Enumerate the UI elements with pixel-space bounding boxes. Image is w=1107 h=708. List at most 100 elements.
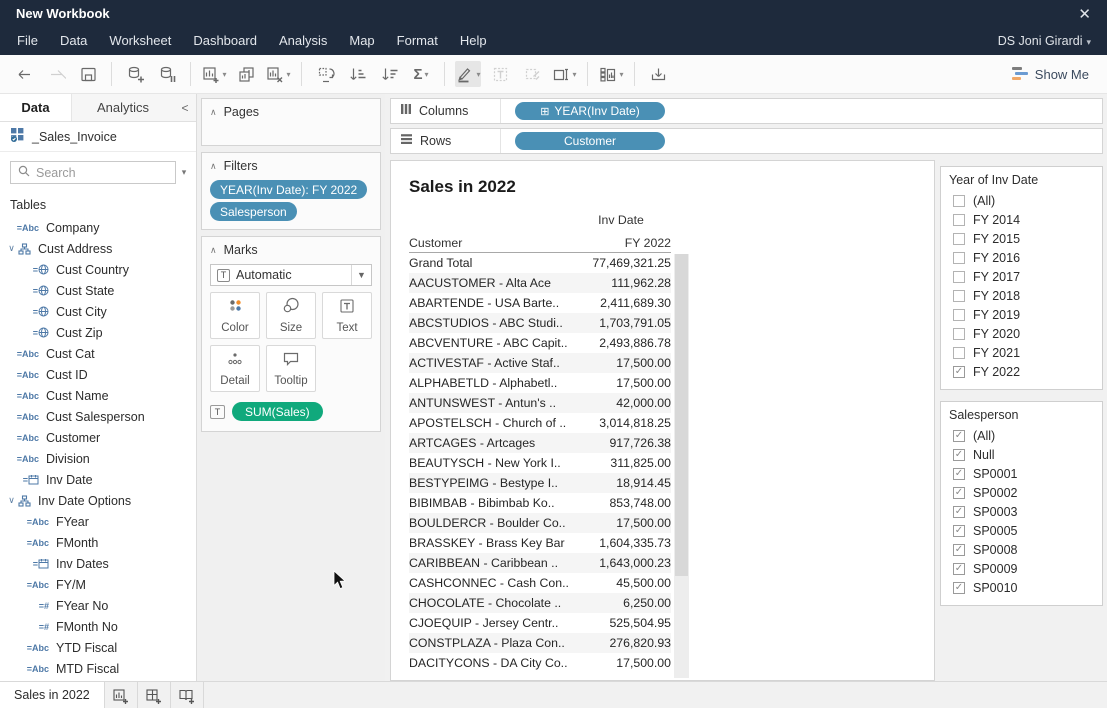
filter-checkbox-item[interactable]: ✓(All) [949,426,1094,445]
text-button[interactable]: Text [322,292,372,339]
filter-checkbox-item[interactable]: FY 2016 [949,248,1094,267]
totals-icon[interactable]: Σ▾ [408,61,434,87]
customer-cell[interactable]: ABARTENDE - USA Barte.. [409,296,571,310]
sales-value-cell[interactable]: 853,748.00 [571,496,671,510]
row-field-header[interactable]: Customer [409,236,571,250]
sales-value-cell[interactable]: 111,962.28 [571,276,671,290]
new-dashboard-tab-icon[interactable] [138,682,171,708]
checkbox-unchecked-icon[interactable] [953,347,965,359]
collapse-card-icon[interactable]: ∧ [210,161,217,172]
checkbox-unchecked-icon[interactable] [953,271,965,283]
filter-checkbox-item[interactable]: FY 2019 [949,305,1094,324]
presentation-mode-icon[interactable] [645,61,671,87]
filter-checkbox-item[interactable]: (All) [949,191,1094,210]
expand-collapse-icon[interactable]: ∨ [5,495,18,506]
sales-value-cell[interactable]: 917,726.38 [571,436,671,450]
search-input[interactable]: Search [10,161,176,184]
sales-value-cell[interactable]: 276,820.93 [571,636,671,650]
table-row[interactable]: ARTCAGES - Artcages917,726.38 [409,433,671,453]
customer-cell[interactable]: ALPHABETLD - Alphabetl.. [409,376,571,390]
checkbox-checked-icon[interactable]: ✓ [953,487,965,499]
account-menu[interactable]: DS Joni Girardi▾ [998,34,1101,48]
scrollbar-thumb[interactable] [675,254,688,576]
customer-cell[interactable]: ANTUNSWEST - Antun's .. [409,396,571,410]
checkbox-checked-icon[interactable]: ✓ [953,468,965,480]
field-cust-cat[interactable]: =AbcCust Cat [0,343,196,364]
checkbox-checked-icon[interactable]: ✓ [953,449,965,461]
sales-value-cell[interactable]: 6,250.00 [571,596,671,610]
sales-value-cell[interactable]: 1,643,000.23 [571,556,671,570]
table-row[interactable]: BEAUTYSCH - New York I..311,825.00 [409,453,671,473]
table-row[interactable]: APOSTELSCH - Church of ..3,014,818.25 [409,413,671,433]
checkbox-checked-icon[interactable]: ✓ [953,525,965,537]
tab-data[interactable]: Data [0,94,72,121]
checkbox-checked-icon[interactable]: ✓ [953,544,965,556]
menu-worksheet[interactable]: Worksheet [98,27,182,55]
field-mtd-fiscal[interactable]: =AbcMTD Fiscal [0,658,196,679]
sales-value-cell[interactable]: 1,604,335.73 [571,536,671,550]
checkbox-unchecked-icon[interactable] [953,195,965,207]
menu-map[interactable]: Map [338,27,385,55]
filter-checkbox-item[interactable]: ✓SP0008 [949,540,1094,559]
filter-checkbox-item[interactable]: ✓SP0009 [949,559,1094,578]
filter-checkbox-item[interactable]: ✓SP0003 [949,502,1094,521]
fit-selector-icon[interactable]: ▾ [551,61,577,87]
data-source-item[interactable]: _Sales_Invoice [0,122,196,152]
expand-collapse-icon[interactable]: ∨ [5,243,18,254]
field-fyear-no[interactable]: =#FYear No [0,595,196,616]
sales-value-cell[interactable]: 2,411,689.30 [571,296,671,310]
field-cust-state[interactable]: =Cust State [0,280,196,301]
checkbox-unchecked-icon[interactable] [953,309,965,321]
field-cust-city[interactable]: =Cust City [0,301,196,322]
customer-cell[interactable]: BIBIMBAB - Bibimbab Ko.. [409,496,571,510]
menu-analysis[interactable]: Analysis [268,27,338,55]
new-worksheet-tab-icon[interactable] [105,682,138,708]
columns-shelf[interactable]: Columns ⊞YEAR(Inv Date) [390,98,1103,124]
vertical-scrollbar[interactable] [674,254,689,678]
checkbox-checked-icon[interactable]: ✓ [953,430,965,442]
customer-cell[interactable]: ABCVENTURE - ABC Capit.. [409,336,571,350]
color-button[interactable]: Color [210,292,260,339]
filter-pill[interactable]: Salesperson [210,202,297,221]
menu-help[interactable]: Help [449,27,498,55]
filter-checkbox-item[interactable]: FY 2020 [949,324,1094,343]
customer-cell[interactable]: CASHCONNEC - Cash Con.. [409,576,571,590]
field-fmonth[interactable]: =AbcFMonth [0,532,196,553]
swap-rows-columns-icon[interactable] [312,61,338,87]
field-fyear[interactable]: =AbcFYear [0,511,196,532]
table-row[interactable]: ACTIVESTAF - Active Staf..17,500.00 [409,353,671,373]
sort-descending-icon[interactable] [376,61,402,87]
field-cust-address[interactable]: ∨Cust Address [0,238,196,259]
table-row[interactable]: ABARTENDE - USA Barte..2,411,689.30 [409,293,671,313]
sales-value-cell[interactable]: 17,500.00 [571,376,671,390]
field-fy-m[interactable]: =AbcFY/M [0,574,196,595]
checkbox-checked-icon[interactable]: ✓ [953,506,965,518]
collapse-card-icon[interactable]: ∧ [210,107,217,118]
year-inv-date-pill[interactable]: ⊞YEAR(Inv Date) [515,102,665,120]
search-options-icon[interactable]: ▾ [176,167,192,178]
customer-cell[interactable]: CHOCOLATE - Chocolate .. [409,596,571,610]
filter-checkbox-item[interactable]: ✓SP0005 [949,521,1094,540]
customer-cell[interactable]: APOSTELSCH - Church of .. [409,416,571,430]
new-data-source-icon[interactable] [122,61,148,87]
field-division[interactable]: =AbcDivision [0,448,196,469]
customer-cell[interactable]: BESTYPEIMG - Bestype I.. [409,476,571,490]
checkbox-unchecked-icon[interactable] [953,290,965,302]
sales-value-cell[interactable]: 17,500.00 [571,356,671,370]
customer-cell[interactable]: ABCSTUDIOS - ABC Studi.. [409,316,571,330]
filter-checkbox-item[interactable]: ✓SP0002 [949,483,1094,502]
customer-pill[interactable]: Customer [515,132,665,150]
tab-analytics[interactable]: Analytics [72,94,174,121]
filter-checkbox-item[interactable]: FY 2017 [949,267,1094,286]
customer-cell[interactable]: ACTIVESTAF - Active Staf.. [409,356,571,370]
show-me-button[interactable]: Show Me [1012,67,1099,82]
size-button[interactable]: Size [266,292,316,339]
new-worksheet-icon[interactable]: ▾ [201,61,227,87]
sales-value-cell[interactable]: 1,703,791.05 [571,316,671,330]
collapse-panel-icon[interactable]: < [174,94,196,121]
checkbox-unchecked-icon[interactable] [953,252,965,264]
filter-checkbox-item[interactable]: FY 2018 [949,286,1094,305]
customer-cell[interactable]: ARTCAGES - Artcages [409,436,571,450]
checkbox-checked-icon[interactable]: ✓ [953,563,965,575]
table-row[interactable]: ALPHABETLD - Alphabetl..17,500.00 [409,373,671,393]
